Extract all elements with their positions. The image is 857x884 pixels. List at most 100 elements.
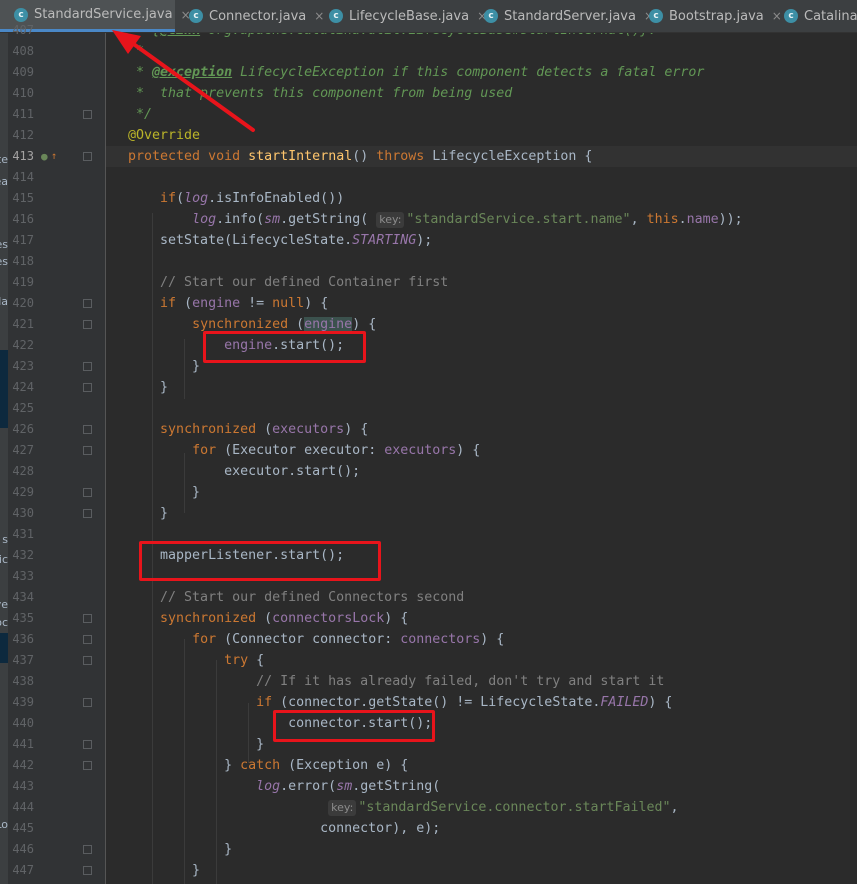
fold-marker-icon[interactable] bbox=[83, 656, 92, 665]
code-line[interactable]: } bbox=[112, 482, 200, 503]
line-number: 440 bbox=[12, 716, 34, 730]
fold-marker-icon[interactable] bbox=[83, 320, 92, 329]
code-line[interactable]: protected void startInternal() throws Li… bbox=[112, 146, 592, 167]
class-icon: c bbox=[484, 9, 498, 23]
tab-catalina[interactable]: cCatalina.java× bbox=[770, 0, 857, 32]
code-line[interactable]: * bbox=[112, 41, 144, 62]
code-line[interactable]: */ bbox=[112, 104, 152, 125]
fold-marker-icon[interactable] bbox=[83, 761, 92, 770]
code-line[interactable]: // Start our defined Container first bbox=[112, 272, 448, 293]
code-line[interactable]: * {@link org.apache.catalina.util.Lifecy… bbox=[112, 33, 656, 41]
code-line[interactable]: executor.start(); bbox=[112, 461, 360, 482]
sidebar-selection bbox=[0, 350, 8, 428]
fold-marker-icon[interactable] bbox=[83, 488, 92, 497]
line-number: 429 bbox=[12, 485, 34, 499]
code-line[interactable]: setState(LifecycleState.STARTING); bbox=[112, 230, 432, 251]
code-line[interactable]: // Start our defined Connectors second bbox=[112, 587, 464, 608]
sidebar-tree-item[interactable]: Lo bbox=[0, 818, 8, 834]
indent-guide bbox=[184, 639, 185, 884]
code-line[interactable]: mapperListener.start(); bbox=[112, 545, 344, 566]
editor-tab-bar: c StandardService.java × c Connector.java × c L… bbox=[0, 0, 857, 33]
code-line[interactable]: for (Executor executor: executors) { bbox=[112, 440, 480, 461]
indent-guide bbox=[152, 213, 153, 884]
fold-marker-icon[interactable] bbox=[83, 299, 92, 308]
code-editor[interactable]: * {@link org.apache.catalina.util.Lifecy… bbox=[106, 33, 857, 884]
line-number: 430 bbox=[12, 506, 34, 520]
code-line[interactable]: } bbox=[112, 734, 264, 755]
indent-guide bbox=[248, 703, 249, 763]
tab-standardserver[interactable]: cStandardServer.java× bbox=[470, 0, 654, 32]
line-number: 447 bbox=[12, 863, 34, 877]
tab-label: Catalina.java bbox=[804, 8, 857, 24]
code-line[interactable]: if(log.isInfoEnabled()) bbox=[112, 188, 344, 209]
fold-marker-icon[interactable] bbox=[83, 845, 92, 854]
code-line[interactable]: } bbox=[112, 503, 168, 524]
line-number: 417 bbox=[12, 233, 34, 247]
code-line[interactable]: connector), e); bbox=[112, 818, 440, 839]
code-line[interactable]: if (engine != null) { bbox=[112, 293, 328, 314]
line-number: 432 bbox=[12, 548, 34, 562]
fold-marker-icon[interactable] bbox=[83, 110, 92, 119]
fold-marker-icon[interactable] bbox=[83, 614, 92, 623]
fold-marker-icon[interactable] bbox=[83, 425, 92, 434]
fold-marker-icon[interactable] bbox=[83, 446, 92, 455]
code-line[interactable]: synchronized (executors) { bbox=[112, 419, 368, 440]
tab-bootstrap[interactable]: c Bootstrap.java × bbox=[635, 0, 782, 32]
fold-marker-icon[interactable] bbox=[83, 509, 92, 518]
code-line[interactable]: } bbox=[112, 377, 168, 398]
code-line[interactable]: log.info(sm.getString( key: "standardServ… bbox=[112, 209, 743, 230]
fold-marker-icon[interactable] bbox=[83, 698, 92, 707]
code-line[interactable]: } bbox=[112, 356, 200, 377]
line-number-gutter: 407 408 409 410 411 412 413 ● ↑ 414 415 416 417 418 41… bbox=[8, 23, 106, 884]
tab-connector[interactable]: c Connector.java × bbox=[175, 0, 324, 32]
fold-marker-icon[interactable] bbox=[83, 740, 92, 749]
sidebar-tree-item[interactable]: ve bbox=[0, 598, 8, 614]
code-line[interactable]: } bbox=[112, 860, 200, 881]
line-number: 436 bbox=[12, 632, 34, 646]
abstract-class-icon: c bbox=[329, 9, 343, 23]
code-line[interactable]: for (Connector connector: connectors) { bbox=[112, 629, 504, 650]
fold-marker-icon[interactable] bbox=[83, 383, 92, 392]
fold-marker-icon[interactable] bbox=[83, 635, 92, 644]
sidebar-tree-item[interactable]: ic bbox=[0, 553, 8, 569]
code-line[interactable]: log.error(sm.getString( bbox=[112, 776, 440, 797]
tab-label: Bootstrap.java bbox=[669, 8, 764, 24]
sidebar-tree-item[interactable]: es bbox=[0, 238, 8, 254]
code-line[interactable]: engine.start(); bbox=[112, 335, 344, 356]
sidebar-tree-item[interactable]: oc bbox=[0, 616, 8, 632]
fold-marker-icon[interactable] bbox=[83, 362, 92, 371]
code-line[interactable]: * @exception LifecycleException if this … bbox=[112, 62, 704, 83]
sidebar-tree-item[interactable]: es bbox=[0, 255, 8, 271]
code-line[interactable]: synchronized (connectorsLock) { bbox=[112, 608, 408, 629]
line-number: 424 bbox=[12, 380, 34, 394]
code-line[interactable]: key: "standardService.connector.startFail… bbox=[112, 797, 679, 818]
override-marker-icon[interactable]: ● bbox=[41, 146, 48, 167]
code-line[interactable]: connector.start(); bbox=[112, 713, 432, 734]
line-number: 441 bbox=[12, 737, 34, 751]
line-number: 425 bbox=[12, 401, 34, 415]
line-number: 413 bbox=[12, 149, 34, 163]
sidebar-tree-item[interactable]: s bbox=[0, 533, 8, 549]
code-line[interactable]: } bbox=[112, 839, 232, 860]
indent-guide bbox=[184, 339, 185, 399]
project-sidebar-edge[interactable]: te ea eses la s ic ve oc Lo bbox=[0, 33, 8, 884]
line-number: 408 bbox=[12, 44, 34, 58]
fold-marker-icon[interactable] bbox=[83, 152, 92, 161]
indent-guide bbox=[216, 660, 217, 884]
line-number: 422 bbox=[12, 338, 34, 352]
sidebar-tree-item[interactable]: te bbox=[0, 153, 8, 169]
code-line[interactable]: @Override bbox=[112, 125, 200, 146]
fold-marker-icon[interactable] bbox=[83, 866, 92, 875]
code-line[interactable]: * that prevents this component from bein… bbox=[112, 83, 512, 104]
code-line[interactable]: } catch (Exception e) { bbox=[112, 755, 408, 776]
tab-lifecyclebase[interactable]: c LifecycleBase.java × bbox=[315, 0, 487, 32]
code-line[interactable]: // If it has already failed, don't try a… bbox=[112, 671, 664, 692]
line-number: 414 bbox=[12, 170, 34, 184]
code-line[interactable]: if (connector.getState() != LifecycleSta… bbox=[112, 692, 672, 713]
sidebar-tree-item[interactable]: la bbox=[0, 295, 8, 311]
code-line[interactable]: try { bbox=[112, 650, 264, 671]
class-icon: c bbox=[649, 9, 663, 23]
sidebar-tree-item[interactable]: ea bbox=[0, 175, 8, 191]
line-number: 409 bbox=[12, 65, 34, 79]
line-number: 443 bbox=[12, 779, 34, 793]
